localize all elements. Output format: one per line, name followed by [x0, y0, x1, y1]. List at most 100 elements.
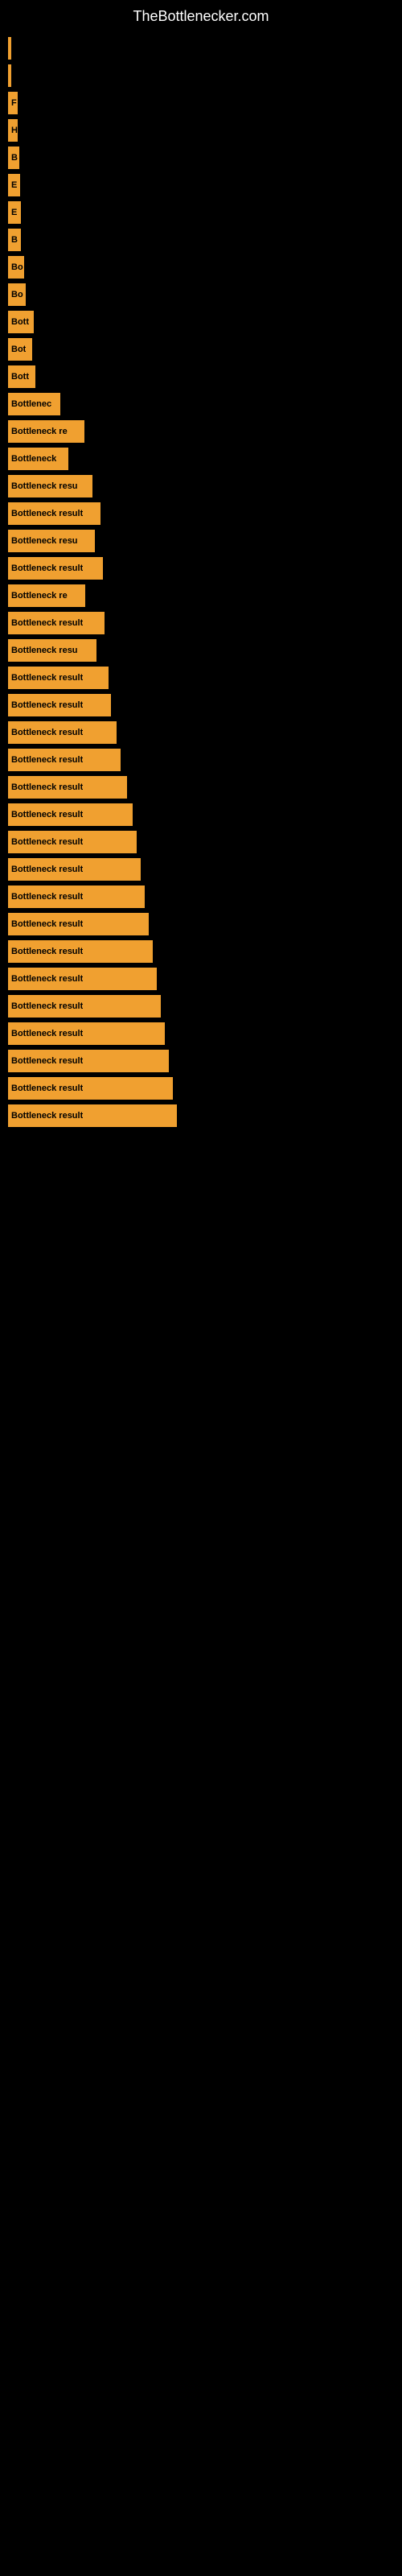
bar-19: Bottleneck resu	[8, 530, 95, 552]
bar-21: Bottleneck re	[8, 584, 85, 607]
bar-13: Bott	[8, 365, 35, 388]
bar-row: Bottleneck resu	[8, 639, 402, 662]
bar-18: Bottleneck result	[8, 502, 100, 525]
bar-label-26: Bottleneck result	[11, 728, 83, 737]
bar-35: Bottleneck result	[8, 968, 157, 990]
bar-26: Bottleneck result	[8, 721, 117, 744]
bar-label-28: Bottleneck result	[11, 782, 83, 792]
bar-label-7: E	[11, 208, 17, 217]
bar-row: Bottleneck result	[8, 858, 402, 881]
bar-row: B	[8, 147, 402, 169]
bar-8: B	[8, 229, 21, 251]
bar-label-3: F	[11, 98, 17, 108]
bar-12: Bot	[8, 338, 32, 361]
bar-36: Bottleneck result	[8, 995, 161, 1018]
bar-label-13: Bott	[11, 372, 29, 382]
bar-4: H	[8, 119, 18, 142]
bar-30: Bottleneck result	[8, 831, 137, 853]
bar-row: Bottleneck re	[8, 420, 402, 443]
bar-label-11: Bott	[11, 317, 29, 327]
bar-label-40: Bottleneck result	[11, 1111, 83, 1121]
bar-label-18: Bottleneck result	[11, 509, 83, 518]
bar-row: Bottleneck result	[8, 1104, 402, 1127]
bar-label-27: Bottleneck result	[11, 755, 83, 765]
bar-37: Bottleneck result	[8, 1022, 165, 1045]
bar-7: E	[8, 201, 21, 224]
bar-row: Bottleneck result	[8, 803, 402, 826]
bar-40: Bottleneck result	[8, 1104, 177, 1127]
bar-row: Bottleneck result	[8, 995, 402, 1018]
bar-row: Bottleneck resu	[8, 475, 402, 497]
bar-17: Bottleneck resu	[8, 475, 92, 497]
bar-label-32: Bottleneck result	[11, 892, 83, 902]
bar-label-5: B	[11, 153, 18, 163]
bar-14: Bottlenec	[8, 393, 60, 415]
bar-row: Bott	[8, 311, 402, 333]
bar-label-31: Bottleneck result	[11, 865, 83, 874]
bar-row: Bottleneck result	[8, 612, 402, 634]
site-title: TheBottlenecker.com	[0, 0, 402, 29]
bar-row: Bottlenec	[8, 393, 402, 415]
bar-row: Bottleneck result	[8, 749, 402, 771]
bar-15: Bottleneck re	[8, 420, 84, 443]
bar-row: Bo	[8, 283, 402, 306]
bar-row: Bottleneck result	[8, 831, 402, 853]
bar-row: Bottleneck result	[8, 776, 402, 799]
bar-27: Bottleneck result	[8, 749, 121, 771]
bar-row: Bott	[8, 365, 402, 388]
bar-3: F	[8, 92, 18, 114]
bar-row: Bottleneck result	[8, 694, 402, 716]
bar-label-39: Bottleneck result	[11, 1084, 83, 1093]
bar-1	[8, 37, 11, 60]
bar-row: E	[8, 201, 402, 224]
bar-25: Bottleneck result	[8, 694, 111, 716]
bar-row: Bottleneck result	[8, 721, 402, 744]
bar-row: Bot	[8, 338, 402, 361]
bar-row: Bottleneck result	[8, 502, 402, 525]
bar-label-15: Bottleneck re	[11, 427, 68, 436]
bar-23: Bottleneck resu	[8, 639, 96, 662]
bar-label-17: Bottleneck resu	[11, 481, 78, 491]
bar-9: Bo	[8, 256, 24, 279]
bar-22: Bottleneck result	[8, 612, 105, 634]
bar-row: Bottleneck result	[8, 940, 402, 963]
bar-16: Bottleneck	[8, 448, 68, 470]
bar-label-33: Bottleneck result	[11, 919, 83, 929]
bar-row: Bo	[8, 256, 402, 279]
bar-row: Bottleneck result	[8, 968, 402, 990]
bar-row: Bottleneck result	[8, 1050, 402, 1072]
bar-label-29: Bottleneck result	[11, 810, 83, 819]
bars-container: F H B E E B Bo Bo Bott Bot Bott Bottlenec Bottleneck…	[0, 29, 402, 1127]
bar-label-6: E	[11, 180, 17, 190]
bar-row: H	[8, 119, 402, 142]
bar-24: Bottleneck result	[8, 667, 109, 689]
bar-label-23: Bottleneck resu	[11, 646, 78, 655]
bar-34: Bottleneck result	[8, 940, 153, 963]
bar-label-4: H	[11, 126, 18, 135]
bar-row: B	[8, 229, 402, 251]
bar-10: Bo	[8, 283, 26, 306]
bar-33: Bottleneck result	[8, 913, 149, 935]
bar-31: Bottleneck result	[8, 858, 141, 881]
bar-label-9: Bo	[11, 262, 23, 272]
bar-label-20: Bottleneck result	[11, 564, 83, 573]
bar-row: Bottleneck result	[8, 1022, 402, 1045]
bar-5: B	[8, 147, 19, 169]
bar-label-16: Bottleneck	[11, 454, 56, 464]
bar-6: E	[8, 174, 20, 196]
bar-label-14: Bottlenec	[11, 399, 51, 409]
bar-row	[8, 37, 402, 60]
bar-row: Bottleneck result	[8, 1077, 402, 1100]
bar-row: Bottleneck result	[8, 667, 402, 689]
bar-29: Bottleneck result	[8, 803, 133, 826]
bar-label-19: Bottleneck resu	[11, 536, 78, 546]
bar-label-24: Bottleneck result	[11, 673, 83, 683]
bar-28: Bottleneck result	[8, 776, 127, 799]
bar-38: Bottleneck result	[8, 1050, 169, 1072]
bar-32: Bottleneck result	[8, 886, 145, 908]
bar-label-34: Bottleneck result	[11, 947, 83, 956]
bar-label-35: Bottleneck result	[11, 974, 83, 984]
bar-label-36: Bottleneck result	[11, 1001, 83, 1011]
bar-label-10: Bo	[11, 290, 23, 299]
bar-2	[8, 64, 11, 87]
